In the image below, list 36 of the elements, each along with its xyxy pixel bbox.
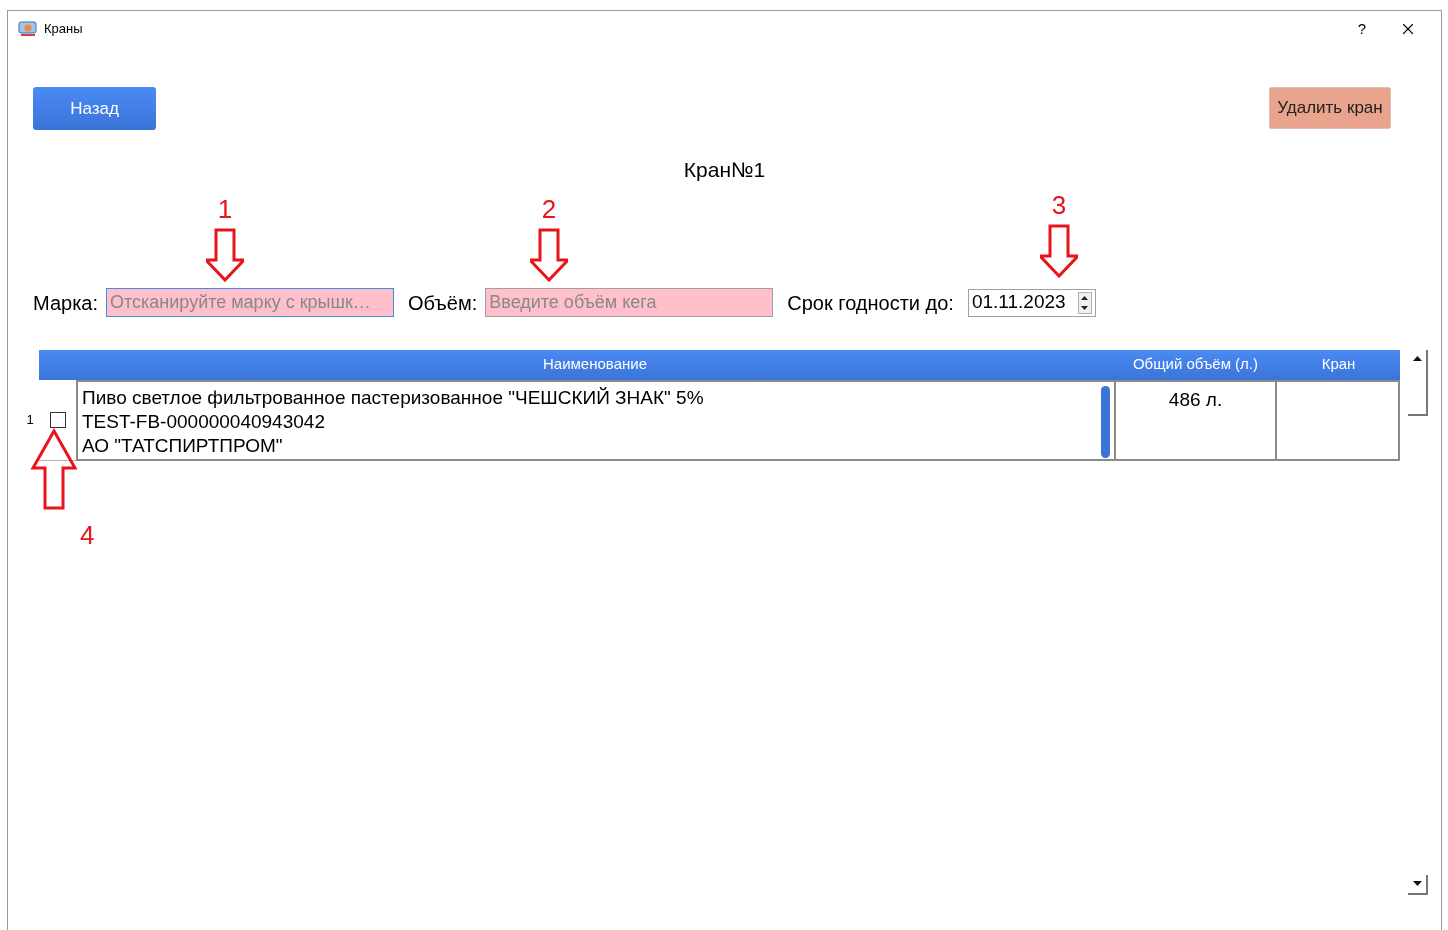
back-button[interactable]: Назад xyxy=(33,87,156,130)
arrow-up-icon xyxy=(30,428,78,510)
scroll-up-icon[interactable] xyxy=(1412,355,1422,361)
row-number: 1 xyxy=(25,411,35,430)
callout-number: 1 xyxy=(217,196,233,222)
column-header[interactable]: Общий объём (л.) xyxy=(1114,349,1277,380)
column-header[interactable]: Наименование xyxy=(76,349,1114,380)
app-logo-icon xyxy=(18,21,38,37)
crane-heading: Кран№1 xyxy=(683,157,766,183)
field-label: Объём: xyxy=(408,290,478,316)
product-line: АО "ТАТСПИРТПРОМ" xyxy=(82,433,284,458)
scroll-down-button[interactable] xyxy=(1408,874,1428,895)
scrollbar-thumb[interactable] xyxy=(1408,349,1428,416)
scroll-down-icon[interactable] xyxy=(1412,880,1422,886)
arrow-down-icon xyxy=(1040,224,1078,278)
row-checkbox[interactable] xyxy=(49,411,66,428)
arrow-down-icon xyxy=(206,228,244,282)
date-spinner[interactable]: 01.11.2023 xyxy=(967,288,1096,317)
callout-number: 2 xyxy=(541,196,557,222)
callout-number: 4 xyxy=(80,522,95,548)
product-line: Пиво светлое фильтрованное пастеризованное "ЧЕШСКИЙ ЗНАК" 5% xyxy=(82,385,705,410)
text-field[interactable]: Введите объём кега xyxy=(485,288,774,317)
spin-up-icon[interactable] xyxy=(1081,295,1089,300)
expiry-label: Срок годности до: xyxy=(787,290,954,316)
spin-down-icon[interactable] xyxy=(1081,305,1089,310)
delete-button[interactable]: Удалить кран xyxy=(1269,87,1391,129)
field-label: Марка: xyxy=(33,290,98,316)
callout-number: 3 xyxy=(1051,192,1067,218)
window-title: Краны xyxy=(44,20,83,39)
cell-scrollbar[interactable] xyxy=(1101,385,1110,458)
product-line: TEST-FB-000000040943042 xyxy=(82,409,326,434)
arrow-down-icon xyxy=(530,228,568,282)
column-header[interactable]: Кран xyxy=(1277,349,1400,380)
table-cell: 486 л. xyxy=(1114,379,1277,461)
help-button[interactable]: ? xyxy=(1347,17,1377,41)
text-field[interactable]: Отсканируйте марку с крышк… xyxy=(106,288,394,317)
